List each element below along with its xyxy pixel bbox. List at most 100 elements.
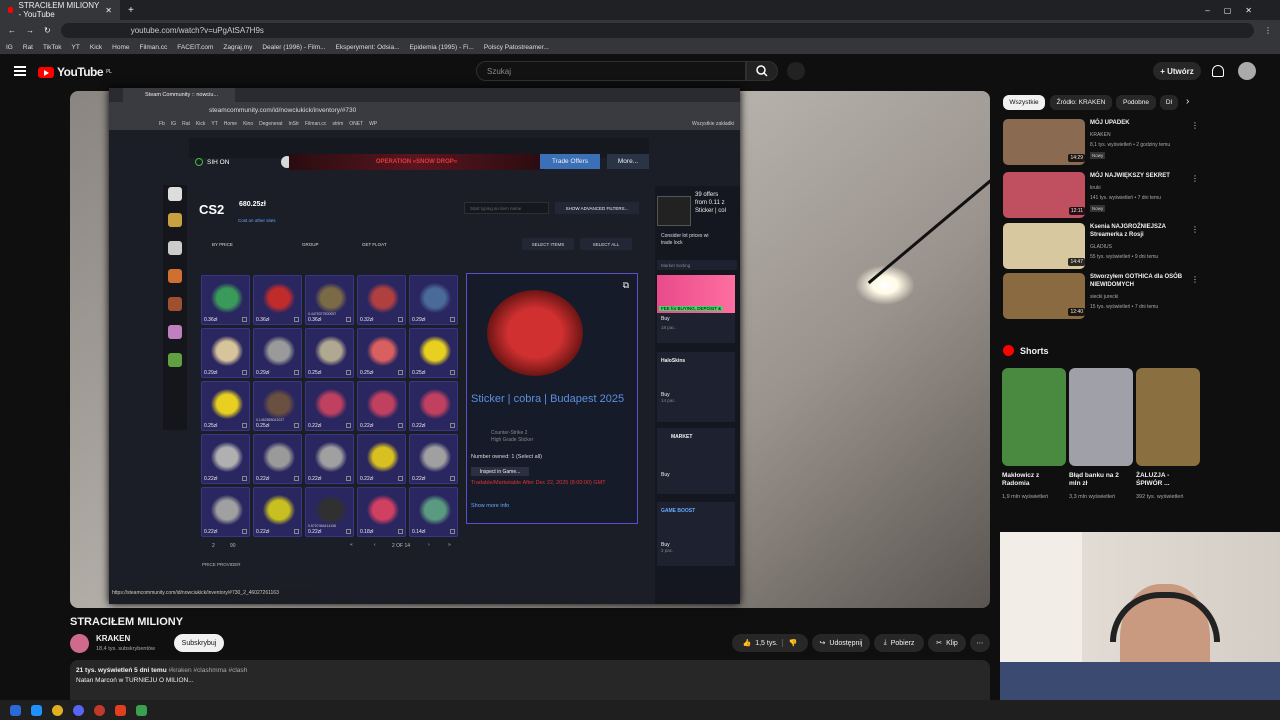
video-channel[interactable]: kruki: [1090, 185, 1101, 191]
channel-avatar[interactable]: [70, 634, 89, 653]
video-channel[interactable]: GLADIUS: [1090, 244, 1112, 250]
chevron-right-icon[interactable]: ›: [1186, 96, 1189, 107]
recommended-video[interactable]: 14:47 Ksenia NAJGROŹNIEJSZA Streamerka z…: [1003, 223, 1199, 269]
recommended-video[interactable]: 12:40 Stworzyłem GOTHICA dla OSÓB NIEWID…: [1003, 273, 1199, 319]
bookmark-item[interactable]: FACEIT.com: [177, 44, 213, 51]
account-avatar[interactable]: [1238, 62, 1256, 80]
channel-name[interactable]: KRAKEN: [96, 634, 130, 643]
recommended-video[interactable]: 14:29 MÓJ UPADEK KRAKEN 8,1 tys. wyświet…: [1003, 119, 1199, 165]
inventory-item: 0.22zł: [409, 381, 458, 431]
bookmark-item[interactable]: IG: [6, 44, 13, 51]
trade-lock-text: Tradable/Marketable After Dec 22, 2025 (…: [471, 480, 606, 486]
bookmark-item[interactable]: Rat: [23, 44, 33, 51]
operation-banner: OPERATION «SNOW DROP»: [289, 154, 544, 170]
inner-bookmark: IG: [170, 121, 177, 127]
search-button[interactable]: [746, 61, 778, 81]
browser-tab-active[interactable]: STRACIŁEM MILIONY - YouTube ✕: [0, 0, 120, 20]
bookmark-item[interactable]: Dealer (1996) - Film...: [262, 44, 325, 51]
video-title[interactable]: MÓJ NAJWIĘKSZY SEKRET: [1090, 173, 1190, 181]
view-count: 21 tys. wyświetleń 5 dni temu: [76, 667, 167, 674]
kebab-menu-icon[interactable]: ⋮: [1191, 174, 1199, 183]
game-title: CS2: [199, 202, 225, 217]
chip-related[interactable]: Podobne: [1116, 95, 1156, 110]
bookmark-item[interactable]: Eksperyment: Odsia...: [336, 44, 400, 51]
youtube-logo[interactable]: YouTube PL: [38, 65, 112, 79]
video-channel[interactable]: siecki jurecki: [1090, 294, 1118, 300]
video-title[interactable]: MÓJ UPADEK: [1090, 120, 1190, 128]
provider-name: GAME BOOST: [661, 508, 696, 514]
sticker-image: [487, 290, 583, 376]
short-thumbnail[interactable]: [1069, 368, 1133, 466]
kebab-menu-icon[interactable]: ⋮: [1191, 275, 1199, 284]
provider-qty: 2 pac.: [661, 548, 674, 553]
consider-lot-prices: Consider lot prices wi trade lock: [661, 233, 709, 246]
hamburger-menu-icon[interactable]: [14, 66, 26, 76]
bookmark-item[interactable]: Home: [112, 44, 129, 51]
bookmark-item[interactable]: Polscy Patostreamer...: [484, 44, 549, 51]
window-controls[interactable]: –▢✕: [1205, 6, 1280, 15]
chip-source[interactable]: Źródło: KRAKEN: [1050, 95, 1112, 110]
status-url: https://steamcommunity.com/id/nowciukick…: [109, 590, 319, 599]
provider-buy: Buy: [661, 316, 670, 322]
thumbs-down-icon[interactable]: 👎: [781, 639, 798, 647]
url-field[interactable]: youtube.com/watch?v=uPgAtSA7H9s: [60, 22, 1254, 38]
share-button[interactable]: ↪ Udostępnij: [812, 634, 870, 652]
sticker-art: [211, 336, 243, 366]
clip-button[interactable]: ✂ Klip: [928, 634, 966, 652]
file-explorer-icon[interactable]: [31, 704, 42, 716]
more-actions-icon[interactable]: ⋯: [970, 634, 990, 652]
bookmark-item[interactable]: Epidemia (1995) - Fi...: [410, 44, 474, 51]
address-bar: ← → ↻ youtube.com/watch?v=uPgAtSA7H9s ⋮: [0, 20, 1280, 40]
back-icon[interactable]: ←: [8, 26, 16, 35]
close-tab-icon[interactable]: ✕: [105, 6, 112, 15]
app-icon[interactable]: [94, 704, 105, 716]
recommended-video[interactable]: 12:11 MÓJ NAJWIĘKSZY SEKRET kruki 141 ty…: [1003, 172, 1199, 218]
start-icon[interactable]: [10, 704, 21, 716]
bookmark-item[interactable]: Filman.cc: [139, 44, 167, 51]
chrome-icon[interactable]: [52, 704, 63, 716]
new-tab-icon[interactable]: +: [120, 5, 142, 16]
item-price: 0.36zł: [308, 317, 322, 323]
short-title[interactable]: ŻALUZJA - ŚPIWÓR ...: [1136, 472, 1190, 488]
search-input[interactable]: Szukaj: [476, 61, 746, 81]
video-title[interactable]: Ksenia NAJGROŹNIEJSZA Streamerka z Rosji: [1090, 224, 1190, 239]
short-thumbnail[interactable]: [1136, 368, 1200, 466]
chip-all[interactable]: Wszystkie: [1003, 95, 1045, 110]
forward-icon[interactable]: →: [26, 26, 34, 35]
chip-more[interactable]: Dl: [1160, 95, 1178, 110]
video-title[interactable]: Stworzyłem GOTHICA dla OSÓB NIEWIDOMYCH: [1090, 274, 1190, 289]
inventory-item: 0.36zł: [253, 275, 302, 325]
get-float-label: GET FLOAT: [362, 241, 387, 247]
short-title[interactable]: Makłowicz z Radomia: [1002, 472, 1056, 488]
inner-bookmark: YT: [211, 121, 218, 127]
url-text: youtube.com/watch?v=uPgAtSA7H9s: [130, 25, 264, 35]
app-icon[interactable]: [136, 704, 147, 716]
reload-icon[interactable]: ↻: [44, 26, 51, 35]
extensions-icon[interactable]: ⋮: [1264, 26, 1272, 35]
like-button[interactable]: 👍 1,5 tys. 👎: [732, 634, 808, 652]
sticker-art: [263, 389, 295, 419]
sticker-art: [211, 495, 243, 525]
hashtags[interactable]: #kraken #clashmma #clash: [168, 667, 247, 674]
video-channel[interactable]: KRAKEN: [1090, 132, 1111, 138]
item-price: 0.22zł: [412, 423, 426, 429]
create-button[interactable]: + Utwórz: [1153, 62, 1201, 80]
subscribe-button[interactable]: Subskrybuj: [174, 634, 224, 652]
bookmark-item[interactable]: YT: [72, 44, 80, 51]
bookmark-item[interactable]: Kick: [90, 44, 102, 51]
notifications-bell-icon[interactable]: [1212, 65, 1224, 77]
item-detail-panel: ⧉ Sticker | cobra | Budapest 2025 Counte…: [466, 273, 638, 524]
inventory-item: 0.25zł: [201, 381, 250, 431]
bookmark-item[interactable]: Zagraj.my: [223, 44, 252, 51]
kebab-menu-icon[interactable]: ⋮: [1191, 121, 1199, 130]
short-title[interactable]: Błąd banku na 2 mln zł: [1069, 472, 1123, 488]
short-thumbnail[interactable]: [1002, 368, 1066, 466]
download-button[interactable]: ⤓ Pobierz: [874, 634, 924, 652]
youtube-play-icon: [38, 66, 54, 78]
brave-icon[interactable]: [115, 704, 126, 716]
bookmark-item[interactable]: TikTok: [43, 44, 62, 51]
kebab-menu-icon[interactable]: ⋮: [1191, 225, 1199, 234]
discord-icon[interactable]: [73, 704, 84, 716]
new-badge: Nowy: [1090, 205, 1106, 212]
voice-search-icon[interactable]: [787, 62, 805, 80]
